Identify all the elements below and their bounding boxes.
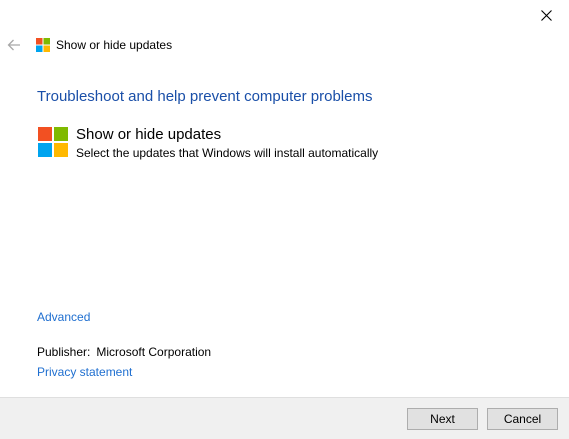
publisher-value: Microsoft Corporation	[96, 345, 212, 359]
windows-logo-icon	[36, 38, 50, 52]
close-button[interactable]	[523, 0, 569, 30]
tool-description: Select the updates that Windows will ins…	[76, 146, 379, 160]
back-button[interactable]	[4, 36, 24, 54]
tool-title: Show or hide updates	[76, 126, 222, 143]
publisher-label: Publisher:	[37, 345, 91, 359]
windows-logo-icon	[38, 127, 68, 157]
cancel-button[interactable]: Cancel	[487, 408, 558, 430]
page-heading: Troubleshoot and help prevent computer p…	[37, 88, 373, 105]
advanced-link[interactable]: Advanced	[37, 310, 90, 324]
window-title: Show or hide updates	[56, 38, 173, 52]
back-arrow-icon	[7, 39, 20, 51]
publisher-info: Publisher: Microsoft Corporation	[37, 345, 211, 359]
troubleshooter-window: Show or hide updates Troubleshoot and he…	[0, 0, 569, 439]
privacy-statement-link[interactable]: Privacy statement	[37, 365, 132, 379]
next-button[interactable]: Next	[407, 408, 478, 430]
footer-bar: Next Cancel	[0, 397, 569, 439]
close-icon	[540, 9, 552, 21]
